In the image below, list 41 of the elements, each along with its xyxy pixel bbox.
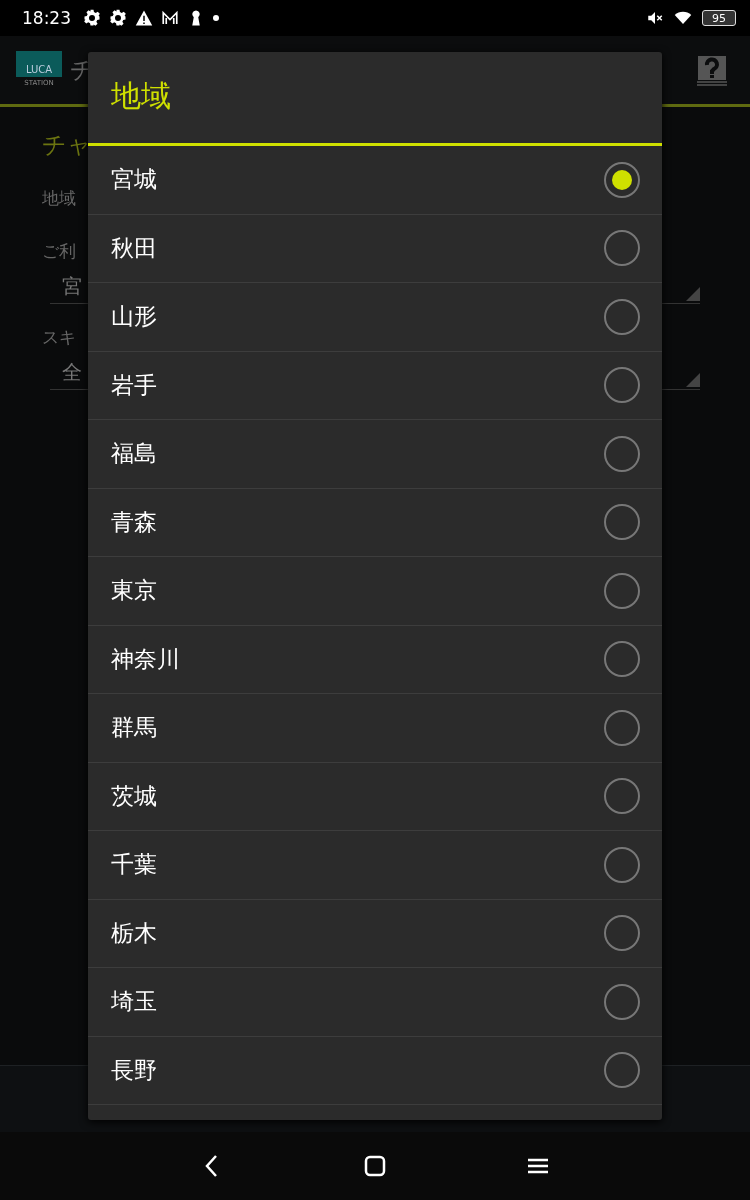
radio-button[interactable] [604, 435, 640, 472]
region-option[interactable]: 岩手 [88, 351, 662, 420]
battery-level: 95 [702, 10, 736, 26]
region-option[interactable]: 長野 [88, 1036, 662, 1105]
mail-icon [161, 9, 179, 27]
dot-icon [213, 15, 219, 21]
radio-button[interactable] [604, 572, 640, 609]
region-option[interactable]: 神奈川 [88, 625, 662, 694]
radio-button[interactable] [604, 915, 640, 952]
radio-button[interactable] [604, 1052, 640, 1089]
radio-button[interactable] [604, 367, 640, 404]
radio-button[interactable] [604, 230, 640, 267]
radio-button[interactable] [604, 504, 640, 541]
radio-button[interactable] [604, 298, 640, 335]
clock-time: 18:23 [22, 8, 71, 28]
intro-text: 地域 [42, 187, 76, 210]
settings-icon [109, 9, 127, 27]
logo-badge: LUCA [16, 51, 62, 77]
region-option[interactable]: 茨城 [88, 762, 662, 831]
field-label: スキ [42, 326, 76, 349]
warning-icon [135, 9, 153, 27]
settings-icon [83, 9, 101, 27]
radio-button[interactable] [604, 709, 640, 746]
region-option[interactable]: 福島 [88, 420, 662, 489]
radio-button[interactable] [604, 778, 640, 815]
region-option[interactable]: 埼玉 [88, 968, 662, 1037]
region-option[interactable]: 宮城 [88, 146, 662, 215]
region-option[interactable]: 群馬 [88, 694, 662, 763]
region-option[interactable]: 青森 [88, 488, 662, 557]
radio-button[interactable] [604, 161, 640, 198]
radio-button[interactable] [604, 846, 640, 883]
dropdown-corner-icon [686, 373, 700, 387]
dropdown-corner-icon [686, 287, 700, 301]
region-option[interactable]: 山形 [88, 283, 662, 352]
region-option[interactable]: 秋田 [88, 214, 662, 283]
region-option[interactable]: 千葉 [88, 831, 662, 900]
region-option[interactable]: 栃木 [88, 899, 662, 968]
region-option[interactable]: 東京 [88, 557, 662, 626]
radio-button[interactable] [604, 641, 640, 678]
field-label: ご利 [42, 240, 76, 263]
radio-button[interactable] [604, 983, 640, 1020]
